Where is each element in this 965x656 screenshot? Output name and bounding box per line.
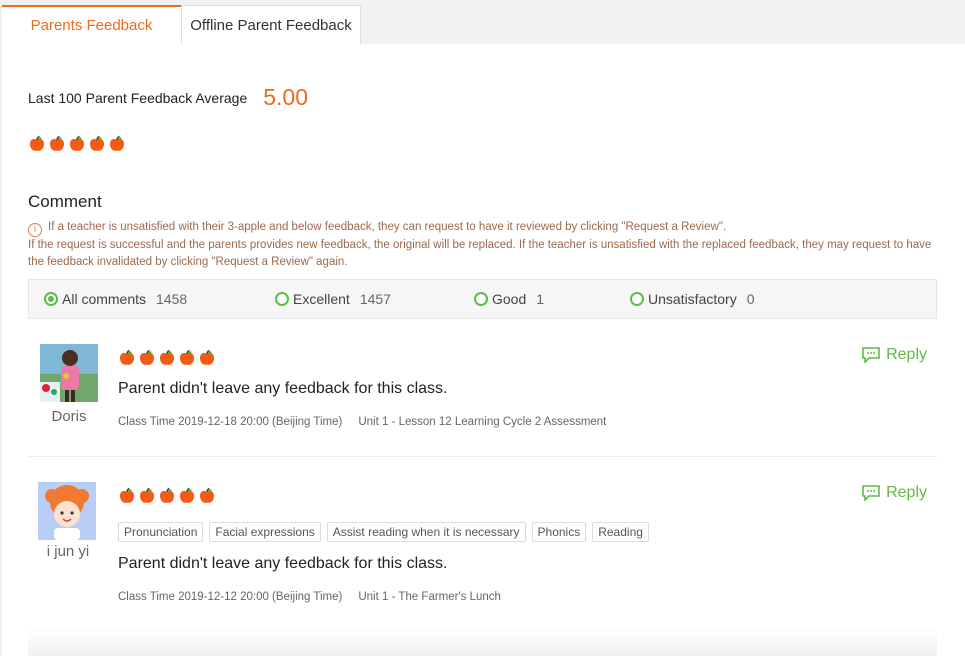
reply-button[interactable]: Reply [862, 484, 927, 502]
notice-line-1: If a teacher is unsatisfied with their 3… [48, 221, 727, 233]
radio-icon [474, 292, 488, 306]
item-divider [28, 456, 937, 457]
apple-icon [178, 487, 196, 505]
avatar [38, 482, 96, 540]
tab-parents-feedback[interactable]: Parents Feedback [2, 5, 181, 44]
filter-count: 0 [746, 291, 755, 307]
apple-icon [118, 487, 136, 505]
tab-bar: Parents Feedback Offline Parent Feedback [2, 5, 361, 44]
filter-count: 1 [536, 291, 545, 307]
filter-label: Unsatisfactory [648, 291, 737, 307]
notice-line-2: If the request is successful and the par… [28, 239, 932, 268]
feedback-item: i jun yi Reply Pronunciation Facial expr… [28, 480, 937, 630]
radio-icon [630, 292, 644, 306]
apple-icon [118, 349, 136, 367]
filter-count: 1458 [156, 291, 188, 307]
chat-bubble-icon [862, 347, 880, 363]
average-label: Last 100 Parent Feedback Average [28, 89, 248, 106]
apple-icon [68, 135, 86, 153]
user-name: Doris [51, 408, 87, 425]
reply-label: Reply [886, 484, 927, 501]
tag: Assist reading when it is necessary [326, 522, 526, 542]
apple-icon [158, 349, 176, 367]
lesson-name: Unit 1 - Lesson 12 Learning Cycle 2 Asse… [358, 416, 607, 428]
filter-all-comments[interactable]: All comments 1458 [44, 280, 187, 318]
reply-label: Reply [886, 346, 927, 363]
class-meta: Class Time 2019-12-12 20:00 (Beijing Tim… [118, 591, 501, 603]
tag: Pronunciation [118, 522, 204, 542]
class-time: Class Time 2019-12-12 20:00 (Beijing Tim… [118, 591, 343, 603]
item-apple-rating [118, 349, 216, 367]
apple-icon [198, 349, 216, 367]
user-name: i jun yi [46, 543, 90, 560]
comment-title: Comment [28, 192, 102, 211]
next-item-peek [28, 626, 937, 656]
comment-filter-bar: All comments 1458 Excellent 1457 Good 1 … [28, 279, 937, 319]
average-row: Last 100 Parent Feedback Average 5.00 [28, 84, 308, 111]
filter-excellent[interactable]: Excellent 1457 [275, 280, 391, 318]
apple-icon [108, 135, 126, 153]
apple-icon [138, 349, 156, 367]
tag: Reading [592, 522, 649, 542]
avatar [40, 344, 98, 402]
apple-icon [48, 135, 66, 153]
feedback-text: Parent didn't leave any feedback for thi… [118, 555, 448, 572]
apple-icon [158, 487, 176, 505]
average-value: 5.00 [263, 84, 308, 110]
apple-icon [88, 135, 106, 153]
class-meta: Class Time 2019-12-18 20:00 (Beijing Tim… [118, 416, 606, 428]
tab-offline-parent-feedback[interactable]: Offline Parent Feedback [181, 5, 361, 44]
filter-count: 1457 [359, 291, 391, 307]
apple-icon [198, 487, 216, 505]
apple-icon [28, 135, 46, 153]
item-apple-rating [118, 487, 216, 505]
tag: Phonics [531, 522, 587, 542]
info-icon: i [28, 223, 42, 237]
feedback-tags: Pronunciation Facial expressions Assist … [118, 522, 649, 542]
chat-bubble-icon [862, 485, 880, 501]
apple-icon [138, 487, 156, 505]
tag: Facial expressions [209, 522, 321, 542]
class-time: Class Time 2019-12-18 20:00 (Beijing Tim… [118, 416, 343, 428]
apple-icon [178, 349, 196, 367]
radio-icon [275, 292, 289, 306]
filter-label: Excellent [293, 291, 350, 307]
radio-selected-icon [44, 292, 58, 306]
feedback-panel: Last 100 Parent Feedback Average 5.00 Co… [2, 44, 965, 656]
feedback-item: Doris Reply Parent didn't leave any feed… [28, 342, 937, 457]
feedback-text: Parent didn't leave any feedback for thi… [118, 380, 448, 397]
filter-unsatisfactory[interactable]: Unsatisfactory 0 [630, 280, 755, 318]
filter-label: Good [492, 291, 527, 307]
lesson-name: Unit 1 - The Farmer's Lunch [358, 591, 501, 603]
filter-label: All comments [62, 291, 147, 307]
filter-good[interactable]: Good 1 [474, 280, 544, 318]
review-notice: i If a teacher is unsatisfied with their … [28, 219, 940, 270]
reply-button[interactable]: Reply [862, 346, 927, 364]
average-apple-rating [28, 135, 126, 153]
